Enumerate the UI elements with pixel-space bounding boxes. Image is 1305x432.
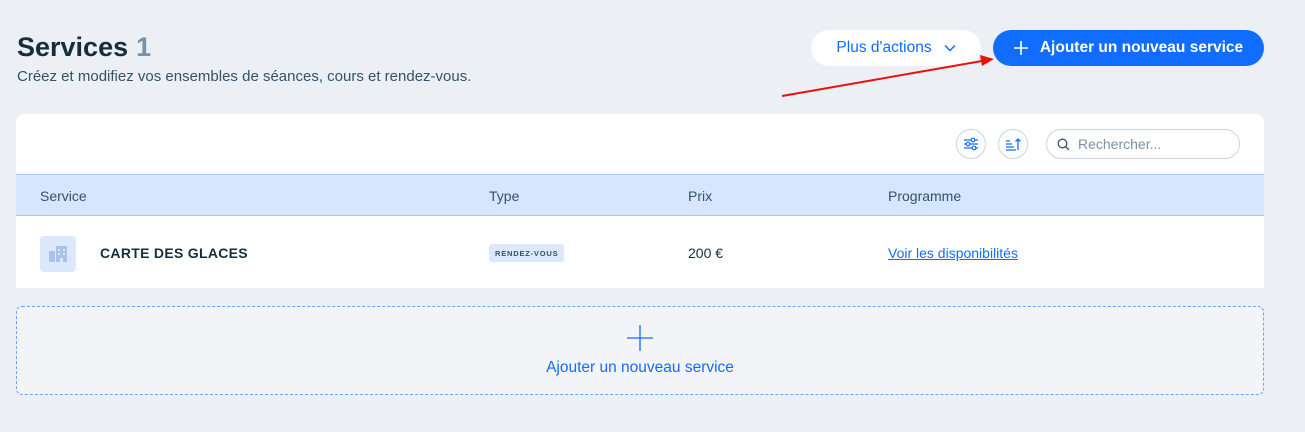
table-header: Service Type Prix Programme	[16, 174, 1264, 216]
table-row[interactable]: CARTE DES GLACES RENDEZ-VOUS 200 € Voir …	[16, 216, 1264, 288]
services-table-card: Service Type Prix Programme CARTE DES GL…	[16, 114, 1264, 288]
chevron-down-icon	[944, 44, 956, 52]
plus-icon	[627, 324, 653, 351]
service-price: 200 €	[688, 245, 724, 261]
add-service-label: Ajouter un nouveau service	[1039, 39, 1244, 56]
add-service-button[interactable]: Ajouter un nouveau service	[993, 30, 1264, 66]
search-icon	[1057, 138, 1070, 150]
services-count: 1	[136, 32, 152, 62]
sort-button[interactable]	[998, 129, 1028, 159]
table-toolbar	[16, 114, 1264, 174]
services-page: Services 1 Créez et modifiez vos ensembl…	[0, 0, 1305, 432]
search-input[interactable]	[1078, 136, 1218, 152]
column-header-type[interactable]: Type	[489, 188, 519, 204]
plus-icon	[1013, 41, 1028, 55]
filter-button[interactable]	[956, 129, 986, 159]
more-actions-button[interactable]: Plus d'actions	[811, 30, 981, 66]
page-title: Services 1	[17, 32, 151, 63]
column-header-price[interactable]: Prix	[688, 188, 712, 204]
sliders-icon	[964, 137, 978, 151]
page-title-text: Services	[17, 32, 129, 62]
column-header-service[interactable]: Service	[40, 188, 87, 204]
view-availability-link[interactable]: Voir les disponibilités	[888, 245, 1018, 261]
service-name[interactable]: CARTE DES GLACES	[100, 245, 248, 261]
sort-icon	[1006, 138, 1021, 151]
service-type-badge: RENDEZ-VOUS	[489, 244, 565, 262]
add-service-tile-label: Ajouter un nouveau service	[546, 358, 734, 376]
page-subtitle: Créez et modifiez vos ensembles de séanc…	[17, 68, 472, 85]
search-box[interactable]	[1046, 129, 1240, 159]
service-image	[40, 236, 76, 272]
column-header-schedule[interactable]: Programme	[888, 188, 961, 204]
more-actions-label: Plus d'actions	[836, 39, 932, 56]
building-icon	[49, 246, 67, 262]
add-service-tile[interactable]: Ajouter un nouveau service	[16, 306, 1264, 395]
